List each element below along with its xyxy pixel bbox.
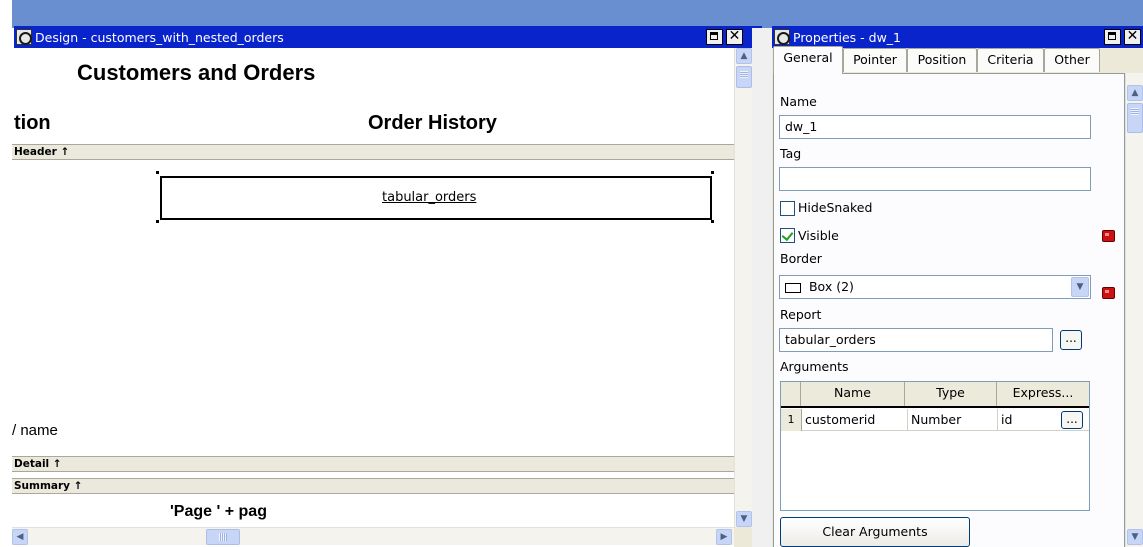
- border-box-icon: [785, 282, 801, 293]
- properties-titlebar[interactable]: Properties - dw_1: [772, 26, 1143, 48]
- header-text-order-history[interactable]: Order History: [368, 112, 497, 135]
- argument-expression-cell[interactable]: id: [997, 409, 1012, 431]
- tab-general[interactable]: General: [773, 46, 843, 74]
- scroll-down-icon[interactable]: ▼: [1127, 529, 1143, 545]
- properties-title: Properties - dw_1: [793, 29, 901, 45]
- name-field[interactable]: dw_1: [779, 115, 1091, 139]
- design-vertical-scrollbar[interactable]: ▲ ▼: [734, 48, 752, 527]
- grid-column-type[interactable]: Type: [905, 382, 997, 406]
- scroll-thumb[interactable]: [736, 66, 752, 88]
- header-text-left[interactable]: tion: [14, 112, 51, 135]
- clear-arguments-button[interactable]: Clear Arguments: [780, 517, 970, 547]
- tag-field[interactable]: [779, 167, 1091, 191]
- grid-header-divider: [781, 406, 1089, 408]
- scroll-up-icon[interactable]: ▲: [1127, 85, 1143, 101]
- scroll-thumb[interactable]: [1127, 103, 1143, 133]
- tab-pointer[interactable]: Pointer: [843, 48, 907, 72]
- tab-position[interactable]: Position: [907, 48, 977, 72]
- detail-field-label[interactable]: / name: [12, 422, 58, 439]
- report-browse-button[interactable]: ...: [1060, 330, 1082, 350]
- app-icon: [16, 29, 32, 45]
- checkmark-icon: [781, 228, 794, 242]
- design-window-top-frame: [0, 0, 762, 28]
- close-icon[interactable]: ✕: [726, 29, 743, 45]
- resize-handle[interactable]: [156, 220, 159, 223]
- maximize-icon[interactable]: [1104, 29, 1121, 45]
- scroll-thumb[interactable]: [206, 529, 240, 545]
- resize-handle[interactable]: [711, 171, 714, 174]
- properties-vertical-scrollbar[interactable]: ▲ ▼: [1125, 73, 1143, 547]
- nested-report-name: tabular_orders: [382, 190, 477, 205]
- detail-band-bar[interactable]: Detail ↑: [12, 456, 734, 472]
- scroll-right-icon[interactable]: ▶: [716, 529, 732, 545]
- argument-type-cell[interactable]: Number: [907, 409, 961, 431]
- arguments-label: Arguments: [780, 359, 849, 374]
- table-row[interactable]: 1 customerid Number id ...: [781, 409, 1089, 431]
- expression-browse-button[interactable]: ...: [1061, 411, 1083, 429]
- name-label: Name: [780, 94, 817, 109]
- page-expression[interactable]: 'Page ' + pag: [170, 503, 267, 521]
- tab-criteria[interactable]: Criteria: [977, 48, 1044, 72]
- close-icon[interactable]: ✕: [1124, 29, 1141, 45]
- report-title[interactable]: Customers and Orders: [77, 60, 315, 86]
- properties-window-top-frame: [762, 0, 1143, 28]
- detail-band-label: Detail ↑: [14, 458, 62, 470]
- hidesnaked-checkbox[interactable]: [780, 201, 795, 216]
- scroll-left-icon[interactable]: ◀: [12, 529, 28, 545]
- dropdown-arrow-icon[interactable]: ▼: [1071, 277, 1089, 297]
- tag-label: Tag: [780, 146, 802, 161]
- header-band-label: Header ↑: [14, 146, 70, 158]
- properties-left-frame: [762, 28, 772, 547]
- border-select[interactable]: Box (2) ▼: [779, 275, 1091, 299]
- grid-row-header-corner: [781, 382, 801, 406]
- tab-other[interactable]: Other: [1044, 48, 1100, 72]
- app-icon: [774, 29, 790, 45]
- design-titlebar[interactable]: Design - customers_with_nested_orders: [14, 26, 762, 48]
- summary-band-bar[interactable]: Summary ↑: [12, 478, 734, 494]
- grid-column-name[interactable]: Name: [801, 382, 905, 406]
- border-label: Border: [780, 251, 822, 266]
- visible-checkbox[interactable]: [780, 228, 795, 243]
- design-horizontal-scrollbar[interactable]: ◀ ▶: [12, 527, 734, 545]
- expression-icon[interactable]: [1102, 230, 1115, 242]
- row-index: 1: [781, 409, 802, 431]
- arguments-grid[interactable]: Name Type Express... 1 customerid Number…: [780, 381, 1090, 511]
- design-title: Design - customers_with_nested_orders: [35, 29, 284, 45]
- hidesnaked-label: HideSnaked: [798, 200, 873, 215]
- expression-icon[interactable]: [1102, 287, 1115, 299]
- visible-label: Visible: [798, 228, 839, 243]
- scroll-corner: [734, 527, 752, 547]
- maximize-icon[interactable]: [706, 29, 723, 45]
- argument-name-cell[interactable]: customerid: [805, 409, 875, 431]
- report-field[interactable]: tabular_orders: [779, 328, 1053, 352]
- report-label: Report: [780, 307, 822, 322]
- border-select-value: Box (2): [808, 279, 854, 294]
- scroll-down-icon[interactable]: ▼: [736, 511, 752, 527]
- grid-column-expression[interactable]: Express...: [997, 382, 1089, 406]
- design-window-left-frame: [0, 0, 12, 547]
- header-band-bar[interactable]: Header ↑: [12, 144, 734, 160]
- nested-report-control[interactable]: tabular_orders: [160, 176, 712, 220]
- resize-handle[interactable]: [156, 171, 159, 174]
- resize-handle[interactable]: [711, 220, 714, 223]
- scroll-up-icon[interactable]: ▲: [736, 48, 752, 64]
- design-canvas[interactable]: Customers and Orders tion Order History …: [12, 48, 734, 527]
- summary-band-label: Summary ↑: [14, 480, 83, 492]
- design-right-frame: [752, 28, 762, 547]
